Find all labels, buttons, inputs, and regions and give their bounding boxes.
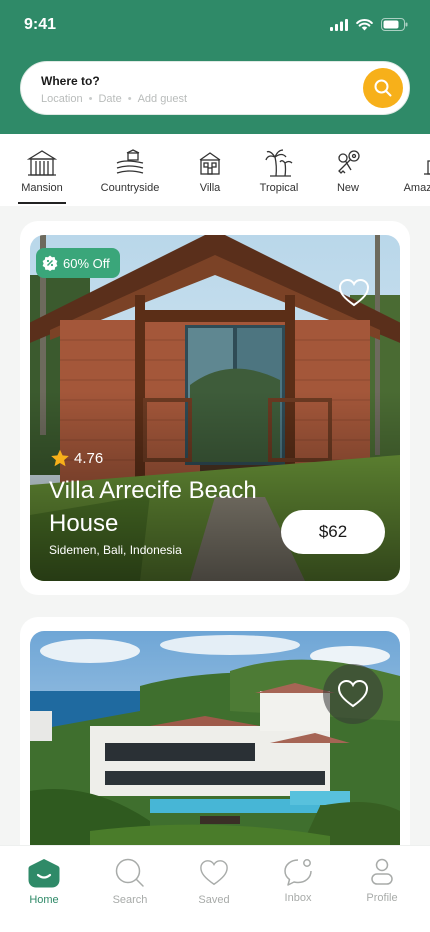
category-label: Mansion [21,182,63,194]
save-button[interactable] [330,269,378,317]
search-bar[interactable]: Where to? Location • Date • Add guest [20,61,410,115]
chat-icon [284,859,312,886]
nav-label: Profile [366,892,398,904]
nav-profile[interactable]: Profile [342,858,422,904]
rating: 4.76 [50,449,103,468]
nav-label: Home [29,894,59,906]
listing-card[interactable] [20,617,410,877]
countryside-icon [116,149,144,174]
nav-search[interactable]: Search [90,858,170,906]
signal-icon [330,18,348,31]
category-tropical[interactable]: Tropical [257,134,301,206]
category-label: Tropical [259,182,299,194]
home-icon [28,859,60,888]
listing-card[interactable]: 60% Off 4.76 Villa Arrecife Beach House … [20,221,410,595]
nav-inbox[interactable]: Inbox [258,858,338,904]
save-button[interactable] [323,664,383,724]
rating-value: 4.76 [74,450,104,467]
category-countryside[interactable]: Countryside [99,134,161,206]
header: 9:41 Where to? Location • Date • Add gue… [0,0,430,134]
search-title: Where to? [41,74,100,88]
palm-tree-icon [265,149,293,177]
category-label: Villa [199,182,221,194]
heart-icon [338,278,370,307]
nav-home[interactable]: Home [4,858,84,906]
bottom-nav: Home Search Saved Inbox Profile [0,845,430,932]
discount-badge: 60% Off [36,248,120,278]
nav-saved[interactable]: Saved [174,858,254,906]
active-indicator [18,202,66,204]
category-mansion[interactable]: Mansion [18,134,66,206]
villa-icon [199,152,221,175]
search-fields: Location • Date • Add guest [41,93,187,105]
nav-label: Search [112,894,148,906]
keys-icon [338,150,360,174]
search-button[interactable] [363,68,403,108]
wifi-icon [356,18,373,30]
battery-icon [381,18,408,31]
house-icon [424,160,430,175]
star-icon [51,449,69,467]
category-label: Countryside [100,182,160,194]
nav-label: Inbox [284,892,312,904]
listing-title: Villa Arrecife Beach House [49,477,257,537]
separator: • [88,93,93,105]
guest-field[interactable]: Add guest [138,93,188,105]
category-bar: Mansion Countryside Villa Tropical New A… [0,134,430,206]
heart-icon [337,679,369,708]
category-villa[interactable]: Villa [196,134,224,206]
price-button[interactable]: $62 [281,510,385,554]
category-amazing[interactable]: Amazing [397,134,430,206]
date-field[interactable]: Date [98,93,121,105]
discount-icon [42,255,58,271]
status-time: 9:41 [24,16,57,33]
category-label: New [336,182,359,194]
location-field[interactable]: Location [41,93,83,105]
heart-icon [200,860,228,886]
status-icons [330,18,408,31]
discount-text: 60% Off [63,255,110,271]
category-new[interactable]: New [335,134,361,206]
category-label: Amazing [403,182,430,194]
mansion-icon [27,150,57,176]
search-icon [115,858,144,887]
listing-photo [30,631,400,871]
profile-icon [371,858,393,885]
search-icon [374,79,392,97]
listing-photo: 60% Off 4.76 Villa Arrecife Beach House … [30,235,400,581]
listing-location: Sidemen, Bali, Indonesia [49,543,182,557]
nav-label: Saved [198,894,230,906]
separator: • [127,93,132,105]
status-bar: 9:41 [0,0,430,52]
